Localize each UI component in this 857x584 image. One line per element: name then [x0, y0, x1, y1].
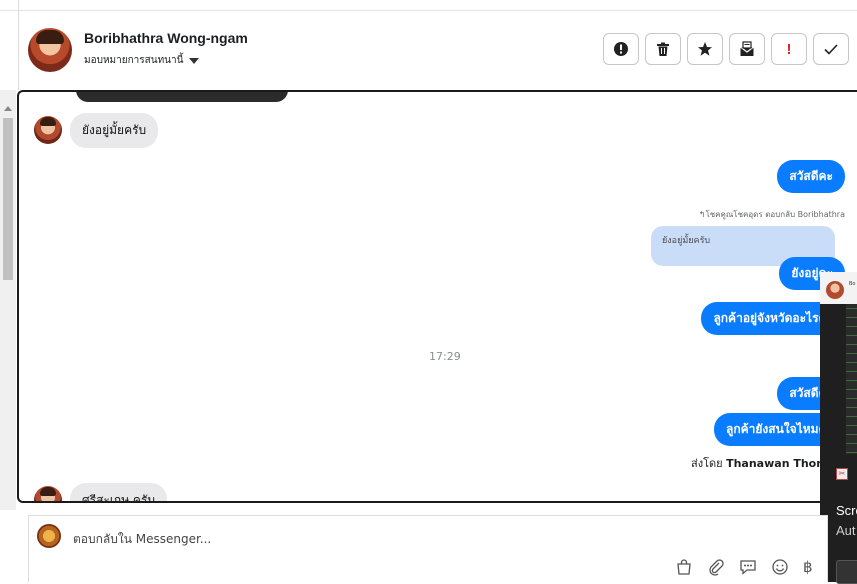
reply-label-text: โชคคูณโชคอุดร ตอบกลับ Boribhathra: [705, 210, 845, 219]
conversation-actions: !: [603, 33, 849, 65]
popup-subtitle: Aut: [836, 523, 856, 538]
shopping-bag-icon[interactable]: [675, 558, 693, 576]
contact-name[interactable]: Boribhathra Wong-ngam: [84, 30, 248, 46]
delete-button[interactable]: [645, 33, 681, 65]
assign-label: มอบหมายการสนทนานี้: [84, 55, 184, 66]
star-button[interactable]: [687, 33, 723, 65]
popup-avatar: [826, 281, 844, 299]
incoming-message: ศรีสะเกษ ครับ: [70, 483, 168, 501]
page-avatar: [37, 524, 61, 548]
outgoing-message: สวัสดีคะ: [777, 160, 845, 193]
previous-message-bubble: [76, 92, 288, 102]
snipping-tool-icon: ✂: [836, 468, 848, 480]
chevron-down-icon: [189, 57, 200, 64]
mark-done-button[interactable]: [813, 33, 849, 65]
emoji-icon[interactable]: [771, 558, 789, 576]
spam-button[interactable]: [603, 33, 639, 65]
popup-action-button[interactable]: [836, 560, 857, 584]
trash-icon: [657, 42, 669, 56]
reply-composer[interactable]: ตอบกลับใน Messenger... ฿: [28, 515, 828, 582]
reply-input[interactable]: ตอบกลับใน Messenger...: [73, 530, 211, 549]
popup-title: Scre: [836, 503, 857, 518]
sent-by-label: ส่งโดย Thanawan Thon: [691, 454, 824, 472]
contact-avatar-small: [34, 486, 62, 501]
composer-toolbar: ฿: [675, 558, 813, 576]
scrollbar-thumb[interactable]: [3, 118, 13, 280]
important-button[interactable]: !: [771, 33, 807, 65]
paperclip-icon[interactable]: [707, 558, 725, 576]
popup-preview-header: Bo: [820, 272, 857, 304]
reply-label: ↰โชคคูณโชคอุดร ตอบกลับ Boribhathra: [699, 208, 845, 221]
incoming-message: ยังอยู่มั้ยครับ: [70, 113, 159, 148]
star-icon: [698, 42, 712, 56]
contact-avatar[interactable]: [28, 28, 72, 72]
baht-icon[interactable]: ฿: [803, 558, 813, 576]
conversation-header: Boribhathra Wong-ngam มอบหมายการสนทนานี้…: [18, 11, 857, 90]
message-timestamp: 17:29: [429, 350, 461, 363]
contact-avatar-small: [34, 116, 62, 144]
message-thread: ยังอยู่มั้ยครับ สวัสดีคะ ↰โชคคูณโชคอุดร …: [17, 90, 857, 503]
saved-reply-icon[interactable]: [739, 558, 757, 576]
sent-by-prefix: ส่งโดย: [691, 457, 723, 470]
sent-by-name: Thanawan Thon: [726, 457, 825, 470]
important-icon: !: [786, 40, 792, 58]
check-icon: [824, 44, 838, 55]
mark-unread-icon: [740, 41, 754, 56]
assign-conversation-dropdown[interactable]: มอบหมายการสนทนานี้: [84, 53, 200, 68]
scroll-up-arrow-icon[interactable]: [4, 106, 12, 111]
popup-header-text: Bo: [849, 281, 856, 287]
popup-screenshot-thumbnail: [846, 304, 857, 454]
mark-unread-button[interactable]: [729, 33, 765, 65]
alert-circle-icon: [614, 42, 628, 56]
